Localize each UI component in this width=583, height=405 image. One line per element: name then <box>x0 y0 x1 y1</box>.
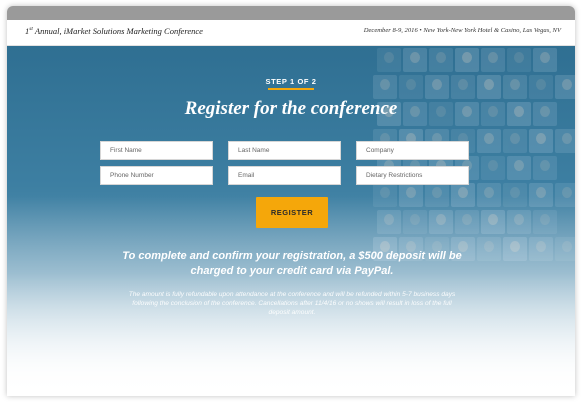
attendee-photo <box>507 156 531 180</box>
attendee-photo <box>403 48 427 72</box>
refund-terms: The amount is fully refundable upon atte… <box>128 291 456 316</box>
dietary-restrictions-input[interactable] <box>356 166 469 185</box>
attendee-photo <box>529 129 553 153</box>
attendee-photo <box>477 129 501 153</box>
site-header: 1st Annual, iMarket Solutions Marketing … <box>7 20 575 46</box>
attendee-photo <box>481 156 505 180</box>
attendee-photo <box>455 48 479 72</box>
attendee-photo <box>533 48 557 72</box>
conference-title: 1st Annual, iMarket Solutions Marketing … <box>25 26 203 36</box>
deposit-notice: To complete and confirm your registratio… <box>122 250 462 277</box>
page-title: Register for the conference <box>184 98 398 119</box>
email-input[interactable] <box>228 166 341 185</box>
last-name-input[interactable] <box>228 141 341 160</box>
browser-frame: 1st Annual, iMarket Solutions Marketing … <box>7 6 575 396</box>
attendee-photo <box>481 48 505 72</box>
attendee-photo <box>429 48 453 72</box>
browser-top-bar <box>7 6 575 20</box>
hero-section: STEP 1 OF 2 Register for the conference … <box>7 46 575 396</box>
attendee-photo <box>507 48 531 72</box>
step-underline <box>268 88 314 90</box>
attendee-photo <box>555 129 575 153</box>
event-info: December 8-9, 2016 • New York-New York H… <box>363 27 561 34</box>
company-input[interactable] <box>356 141 469 160</box>
first-name-input[interactable] <box>100 141 213 160</box>
phone-input[interactable] <box>100 166 213 185</box>
step-indicator: STEP 1 OF 2 <box>265 77 317 86</box>
attendee-photo <box>503 129 527 153</box>
attendee-photo <box>533 156 557 180</box>
register-button[interactable]: REGISTER <box>256 197 328 228</box>
attendee-photo <box>377 48 401 72</box>
